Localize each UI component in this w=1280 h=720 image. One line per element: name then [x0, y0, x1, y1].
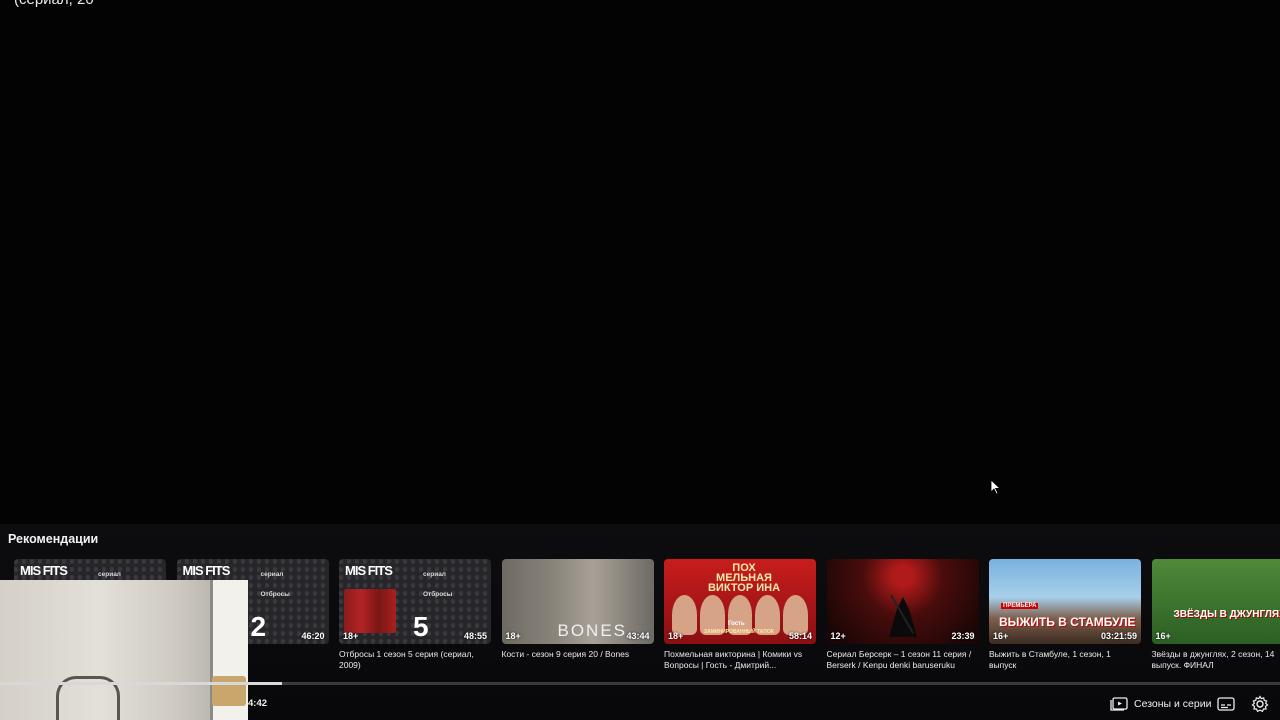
- recommendation-card[interactable]: ЗВЁЗДЫ В ДЖУНГЛЯХ16+02Звёзды в джунглях,…: [1151, 559, 1280, 671]
- video-title: (сериал, 20: [14, 0, 94, 8]
- show-logo: ЗВЁЗДЫ В ДЖУНГЛЯХ: [1173, 609, 1280, 620]
- recommendation-caption[interactable]: Отбросы 1 сезон 5 серия (сериал, 2009): [339, 649, 487, 671]
- recommendation-card[interactable]: BONES 18+ 43:44 Кости - сезон 9 серия 20 / …: [501, 559, 654, 660]
- recommendation-card[interactable]: ПРЕМЬЕРА ВЫЖИТЬ В СТАМБУЛЕ 16+ 03:21:59 Выж…: [989, 559, 1141, 671]
- duration-badge: 23:39: [951, 631, 975, 641]
- recommendations-title: Рекомендации: [8, 532, 99, 546]
- misfits-logo: MIS FITS: [182, 563, 231, 578]
- thumb-tag: Отбросы: [260, 591, 290, 598]
- progress-fill: [0, 682, 282, 685]
- subtitles-button[interactable]: [1216, 694, 1236, 714]
- recommendation-thumbnail[interactable]: ЗВЁЗДЫ В ДЖУНГЛЯХ16+02: [1151, 559, 1280, 644]
- thumb-tag: Отбросы: [423, 591, 453, 598]
- show-logo: ВЫЖИТЬ В СТАМБУЛЕ: [999, 615, 1136, 629]
- recommendation-caption[interactable]: Выжить в Стамбуле, 1 сезон, 1 выпуск: [989, 649, 1137, 671]
- video-player[interactable]: (сериал, 20: [0, 0, 1280, 524]
- recommendation-caption[interactable]: Сериал Берсерк – 1 сезон 11 серия / Bers…: [827, 649, 975, 671]
- seasons-label: Сезоны и серии: [1134, 698, 1212, 710]
- mouse-cursor-icon: [990, 479, 1002, 495]
- settings-button[interactable]: [1250, 694, 1270, 714]
- misfits-logo: MIS FITS: [345, 563, 393, 578]
- guest-label: Гость: [728, 621, 745, 627]
- playlist-icon: [1110, 697, 1128, 711]
- misfits-logo: MIS FITS: [20, 563, 68, 578]
- recommendation-caption[interactable]: Похмельная викторина | Комики vs Вопросы…: [664, 649, 812, 671]
- subtitles-icon: [1217, 697, 1235, 711]
- duration-badge: 46:20: [301, 631, 325, 641]
- premiere-badge: ПРЕМЬЕРА: [1001, 603, 1039, 609]
- age-rating: 18+: [668, 631, 684, 641]
- recommendation-thumbnail[interactable]: ПРЕМЬЕРА ВЫЖИТЬ В СТАМБУЛЕ 16+ 03:21:59: [989, 559, 1141, 644]
- duration-badge: 48:55: [463, 631, 487, 641]
- recommendation-card[interactable]: 12+ 23:39 Сериал Берсерк – 1 сезон 11 сери…: [826, 559, 979, 671]
- recommendation-thumbnail[interactable]: BONES 18+ 43:44: [501, 559, 654, 644]
- age-rating: 18+: [505, 631, 521, 641]
- recommendation-caption[interactable]: Звёзды в джунглях, 2 сезон, 14 выпуск. Ф…: [1152, 649, 1280, 671]
- recommendation-card[interactable]: ПОХ МЕЛЬНАЯ ВИКТОР ИНА Гость ЗАМИНИРОВАН…: [664, 559, 816, 671]
- quiz-logo: ПОХ МЕЛЬНАЯ ВИКТОР ИНА: [707, 562, 781, 594]
- duration-badge: 03:21:59: [1100, 631, 1137, 641]
- duration-badge: 43:44: [626, 631, 650, 641]
- duration-badge: 58:14: [788, 631, 812, 641]
- recommendation-caption[interactable]: Кости - сезон 9 серия 20 / Bones: [502, 649, 650, 660]
- current-time: 4:42: [248, 698, 268, 709]
- thumb-tag: сериал: [260, 571, 284, 578]
- progress-bar[interactable]: [0, 682, 1280, 685]
- recommendation-thumbnail[interactable]: 12+ 23:39: [826, 559, 979, 644]
- age-rating: 18+: [343, 631, 359, 641]
- age-rating: 16+: [993, 631, 1009, 641]
- recommendation-thumbnail[interactable]: ПОХ МЕЛЬНАЯ ВИКТОР ИНА Гость ЗАМИНИРОВАН…: [664, 559, 816, 644]
- age-rating: 16+: [1155, 631, 1171, 641]
- age-rating: 12+: [830, 631, 846, 641]
- episode-number: 5: [413, 611, 429, 642]
- thumb-tag: сериал: [423, 571, 446, 578]
- recommendation-thumbnail[interactable]: MIS FITS сериал Отбросы 5 18+ 48:55: [339, 559, 491, 644]
- bones-logo: BONES: [557, 621, 628, 640]
- seasons-button[interactable]: Сезоны и серии: [1110, 694, 1211, 714]
- recommendation-card[interactable]: MIS FITS сериал Отбросы 5 18+ 48:55 Отбросы…: [339, 559, 491, 671]
- webcam-overlay: [0, 580, 248, 720]
- cast-image: [344, 589, 396, 633]
- berserk-figure: [888, 594, 917, 637]
- guest-sub: ЗАМИНИРОВАННЫЙ ТАПОК: [704, 629, 774, 635]
- webcam-shelf: [212, 676, 246, 706]
- episode-number: 2: [250, 611, 267, 642]
- gear-icon: [1251, 695, 1269, 713]
- thumb-tag: сериал: [98, 571, 121, 578]
